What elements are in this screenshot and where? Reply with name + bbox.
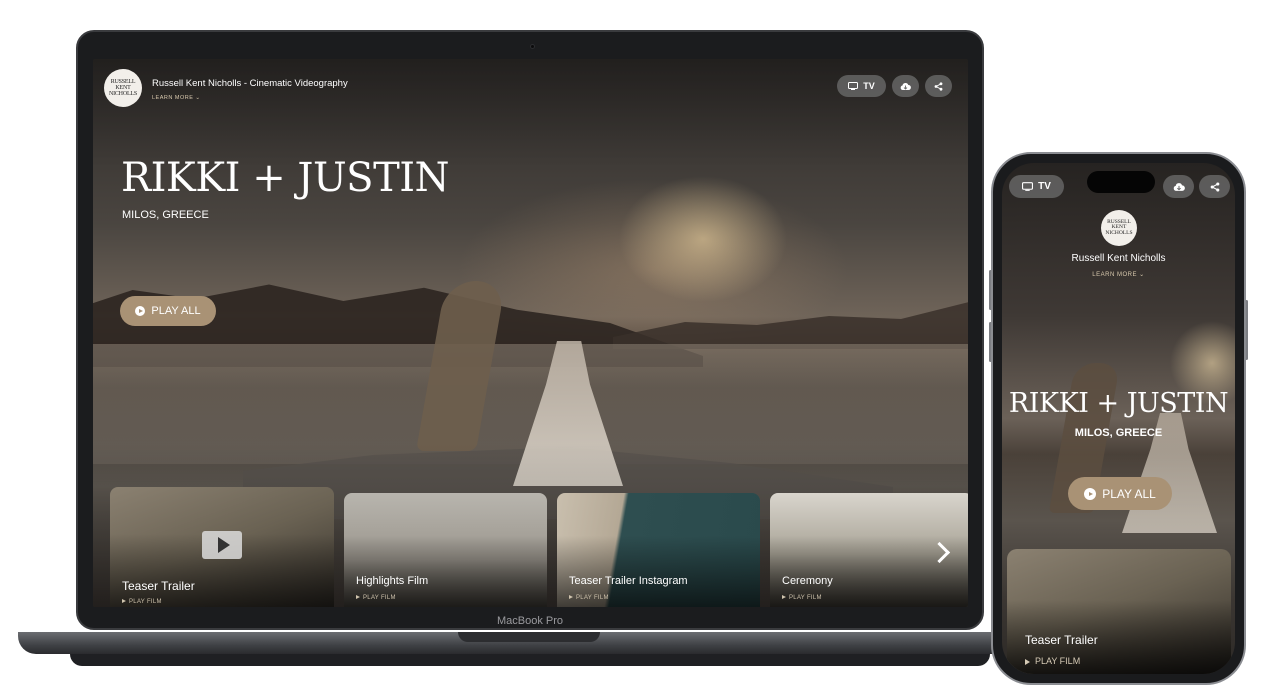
tv-icon: [1022, 182, 1034, 191]
device-mockup-stage: RUSSELL KENT NICHOLLS Russell Kent Nicho…: [0, 0, 1280, 700]
play-all-label: PLAY ALL: [151, 305, 201, 317]
tv-icon: [848, 82, 859, 90]
tv-button[interactable]: TV: [1009, 175, 1064, 198]
learn-more-link[interactable]: LEARN MORE ⌄: [1002, 271, 1235, 278]
film-card-title: Teaser Trailer: [1025, 633, 1098, 647]
film-card-play-label: PLAY FILM: [576, 595, 609, 601]
play-all-button[interactable]: PLAY ALL: [1068, 477, 1172, 510]
play-icon[interactable]: [202, 531, 242, 559]
play-circle-icon: [135, 306, 146, 316]
learn-more-label: LEARN MORE: [1092, 272, 1137, 278]
chevron-down-icon: ⌄: [1139, 272, 1145, 278]
film-card-play-link[interactable]: PLAY FILM: [122, 599, 162, 605]
tv-button[interactable]: TV: [837, 75, 886, 97]
play-icon: [569, 595, 573, 600]
chevron-right-icon[interactable]: [933, 539, 951, 565]
film-card[interactable]: Highlights Film PLAY FILM: [344, 493, 547, 607]
hero-location: MILOS, GREECE: [1074, 427, 1163, 439]
learn-more-label: LEARN MORE: [152, 95, 194, 101]
laptop-model-label: MacBook Pro: [496, 615, 564, 627]
film-card-play-label: PLAY FILM: [789, 595, 822, 601]
brand-logo[interactable]: RUSSELL KENT NICHOLLS: [104, 69, 142, 107]
film-card-shade: [557, 493, 760, 607]
film-card-shade: [344, 493, 547, 607]
film-card-title: Highlights Film: [356, 575, 429, 587]
play-all-button[interactable]: PLAY ALL: [120, 296, 216, 326]
dynamic-island: [1087, 171, 1155, 193]
cloud-download-icon: [1173, 182, 1185, 191]
brand-name: Russell Kent Nicholls - Cinematic Videog…: [152, 78, 348, 89]
play-icon: [122, 599, 126, 604]
tv-button-label: TV: [1038, 181, 1051, 192]
film-card-play-link[interactable]: PLAY FILM: [1025, 656, 1080, 666]
share-button[interactable]: [1199, 175, 1230, 198]
share-icon: [1210, 181, 1219, 192]
play-icon: [356, 595, 360, 600]
share-button[interactable]: [925, 75, 952, 97]
download-button[interactable]: [892, 75, 919, 97]
laptop-hinge-notch: [458, 632, 600, 642]
tv-button-label: TV: [863, 81, 875, 91]
laptop-camera: [530, 44, 535, 49]
cloud-download-icon: [900, 82, 911, 90]
laptop-feet: [70, 654, 990, 666]
play-all-label: PLAY ALL: [1102, 486, 1156, 501]
film-card-title: Teaser Trailer: [122, 579, 195, 593]
play-icon: [782, 595, 786, 600]
film-card-play-link[interactable]: PLAY FILM: [356, 595, 396, 601]
brand-logo-text: RUSSELL KENT NICHOLLS: [1105, 218, 1133, 236]
film-card-title: Teaser Trailer Instagram: [569, 575, 688, 587]
laptop-screen: RUSSELL KENT NICHOLLS Russell Kent Nicho…: [93, 59, 968, 607]
film-card-play-label: PLAY FILM: [1035, 656, 1081, 666]
top-action-buttons: TV: [837, 75, 952, 97]
laptop-lid: RUSSELL KENT NICHOLLS Russell Kent Nicho…: [76, 30, 984, 630]
learn-more-link[interactable]: LEARN MORE ⌄: [152, 95, 201, 101]
film-card[interactable]: Teaser Trailer PLAY FILM: [110, 487, 334, 607]
phone-frame: TV RUSSELL KENT NICHOLLS Russell Kent Ni…: [991, 152, 1246, 685]
film-card-play-link[interactable]: PLAY FILM: [569, 595, 609, 601]
hero-location: MILOS, GREECE: [122, 209, 209, 221]
brand-name: Russell Kent Nicholls: [1071, 253, 1166, 264]
play-circle-icon: [1084, 487, 1097, 500]
brand-logo[interactable]: RUSSELL KENT NICHOLLS: [1101, 210, 1137, 246]
chevron-down-icon: ⌄: [195, 95, 201, 101]
hero-title: RIKKI + JUSTIN: [1008, 388, 1229, 419]
download-button[interactable]: [1163, 175, 1194, 198]
film-card[interactable]: Teaser Trailer PLAY FILM: [1007, 549, 1231, 674]
film-card-play-label: PLAY FILM: [129, 599, 162, 605]
film-card-title: Ceremony: [782, 575, 833, 587]
film-card[interactable]: Teaser Trailer Instagram PLAY FILM: [557, 493, 760, 607]
share-icon: [934, 81, 943, 91]
play-icon: [1025, 658, 1030, 665]
film-card-play-link[interactable]: PLAY FILM: [782, 595, 822, 601]
film-card-play-label: PLAY FILM: [363, 595, 396, 601]
phone-screen: TV RUSSELL KENT NICHOLLS Russell Kent Ni…: [1002, 163, 1235, 674]
brand-logo-text: RUSSELL KENT NICHOLLS: [108, 79, 138, 97]
hero-title: RIKKI + JUSTIN: [121, 155, 450, 201]
